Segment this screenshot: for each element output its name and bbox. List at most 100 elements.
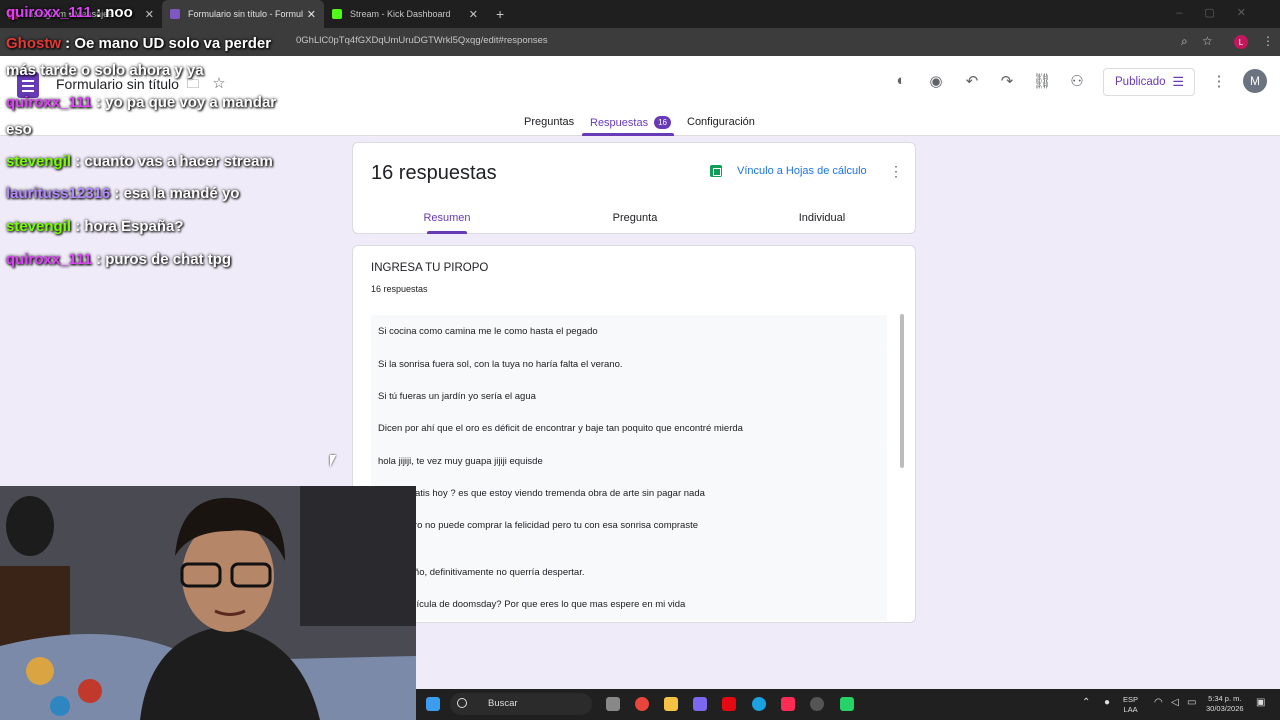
subtab-pregunta[interactable]: Pregunta [595, 212, 675, 224]
chat-message: Ghostw : Oe mano UD solo va perder [6, 35, 271, 52]
new-tab-button[interactable]: + [496, 6, 504, 22]
responses-count-title: 16 respuestas [371, 162, 497, 184]
responses-scrollbar[interactable] [900, 314, 904, 468]
chat-message-text: : noo [96, 4, 133, 21]
response-item: o esta gratis hoy ? es que estoy viendo … [371, 477, 887, 510]
sheets-icon [710, 165, 722, 177]
app-grid-icon[interactable] [840, 697, 854, 711]
browser-tab-bar: Instagram • Mensajes ✕ Formulario sin tít… [0, 0, 1280, 28]
tab-configuracion[interactable]: Configuración [687, 116, 755, 128]
browser-menu-icon[interactable]: ⋮ [1262, 34, 1274, 48]
zoom-icon[interactable]: ⌕ [1181, 34, 1188, 49]
tab-respuestas[interactable]: Respuestas 16 [590, 116, 671, 129]
chat-message: stevengil : hora España? [6, 218, 184, 235]
chat-message: quiroxx_111 : yo pa que voy a mandar [6, 94, 276, 111]
copilot-icon[interactable] [693, 697, 707, 711]
chat-username: laurituss12316 [6, 185, 111, 202]
active-subtab-indicator [427, 231, 467, 234]
microphone-icon[interactable]: ● [1104, 698, 1110, 708]
close-tab-icon[interactable]: ✕ [145, 8, 154, 21]
response-item: e el dinero no puede comprar la felicida… [371, 509, 887, 557]
search-icon [457, 698, 467, 708]
kick-icon [332, 9, 342, 19]
windows-start-icon[interactable] [426, 697, 440, 711]
close-tab-icon[interactable]: ✕ [469, 8, 478, 21]
battery-icon[interactable]: ▭ [1187, 698, 1196, 708]
wifi-icon[interactable]: ◠ [1154, 698, 1163, 708]
response-item: s un sueño, definitivamente no querría d… [371, 556, 887, 589]
link-to-sheets-button[interactable]: Vínculo a Hojas de cálculo [710, 165, 867, 177]
chat-username: stevengil [6, 218, 72, 235]
question-title: INGRESA TU PIROPO [371, 262, 489, 274]
clock[interactable]: 5:34 p. m. 30/03/2026 [1206, 694, 1244, 714]
link-icon[interactable]: ⛓ [1032, 72, 1052, 90]
mouse-cursor-icon [330, 455, 336, 467]
subtab-individual[interactable]: Individual [782, 212, 862, 224]
obs-icon[interactable] [810, 697, 824, 711]
redo-icon[interactable]: ↷ [997, 72, 1017, 90]
response-item: Si cocina como camina me le como hasta e… [371, 315, 887, 348]
responses-count-badge: 16 [654, 116, 671, 129]
chat-username: stevengil [6, 153, 72, 170]
windows-taskbar: Buscar ⌃ ● ESP LAA ◠ ◁ ▭ 5:34 p. m. 30/03/… [416, 689, 1280, 720]
chat-message: laurituss12316 : esa la mandé yo [6, 185, 239, 202]
chat-message-text: eso [6, 121, 32, 138]
chat-username: quiroxx_111 [6, 94, 92, 111]
language-indicator[interactable]: ESP LAA [1123, 695, 1138, 715]
chat-message-text: : yo pa que voy a mandar [96, 94, 277, 111]
url-text[interactable]: 0GhLlC0pTq4fGXDqUmUruDGTWrkl5Qxqg/edit#r… [296, 35, 548, 46]
edge-icon[interactable] [752, 697, 766, 711]
netflix-icon[interactable] [722, 697, 736, 711]
chat-username: quiroxx_111 [6, 4, 92, 21]
bookmark-star-icon[interactable]: ☆ [1202, 34, 1213, 48]
subtab-resumen[interactable]: Resumen [407, 212, 487, 224]
tray-chevron-icon[interactable]: ⌃ [1082, 698, 1090, 708]
chat-message: eso [6, 121, 32, 138]
more-options-icon[interactable]: ⋮ [1209, 72, 1229, 90]
active-tab-indicator [582, 133, 674, 136]
tiktok-icon[interactable] [781, 697, 795, 711]
chat-message: más tarde o solo ahora y ya [6, 62, 204, 79]
palette-icon[interactable]: ◐ [891, 72, 911, 89]
preview-eye-icon[interactable]: ◉ [926, 72, 946, 90]
tab-preguntas[interactable]: Preguntas [524, 116, 574, 128]
response-item: Dicen por ahí que el oro es déficit de e… [371, 412, 887, 445]
responses-summary-card: 16 respuestas Vínculo a Hojas de cálculo… [352, 142, 916, 234]
responses-more-icon[interactable]: ⋮ [889, 163, 903, 180]
close-tab-icon[interactable]: ✕ [307, 8, 316, 21]
question-responses-card: INGRESA TU PIROPO 16 respuestas Si cocin… [352, 245, 916, 623]
response-item: hola jijiji, te vez muy guapa jijiji equ… [371, 445, 887, 478]
chat-message: quiroxx_111 : puros de chat tpg [6, 251, 231, 268]
chat-username: quiroxx_111 [6, 251, 92, 268]
undo-icon[interactable]: ↶ [962, 72, 982, 90]
account-avatar[interactable]: M [1243, 69, 1267, 93]
window-controls[interactable]: –▢✕ [1176, 6, 1268, 19]
response-item: Si la sonrisa fuera sol, con la tuya no … [371, 348, 887, 381]
chat-message-text: : Oe mano UD solo va perder [65, 35, 272, 52]
published-button[interactable]: Publicado ☰ [1103, 68, 1195, 96]
file-explorer-icon[interactable] [664, 697, 678, 711]
volume-icon[interactable]: ◁ [1171, 698, 1179, 708]
chrome-icon[interactable] [635, 697, 649, 711]
chat-message: quiroxx_111 : noo [6, 4, 133, 21]
response-item: res la película de doomsday? Por que ere… [371, 588, 887, 621]
chat-message-text: : hora España? [75, 218, 184, 235]
chat-message-text: : cuanto vas a hacer stream [75, 153, 273, 170]
task-view-icon[interactable] [606, 697, 620, 711]
tab-kick[interactable]: Stream - Kick Dashboard ✕ [324, 0, 486, 28]
webcam-scene-illustration [0, 486, 416, 720]
taskbar-search[interactable]: Buscar [450, 693, 592, 715]
browser-profile-avatar[interactable]: L [1234, 35, 1248, 49]
publish-settings-icon: ☰ [1172, 74, 1184, 89]
tab-formulario[interactable]: Formulario sin título - Formular ✕ [162, 0, 324, 28]
webcam-overlay [0, 486, 416, 720]
notifications-icon[interactable]: ▣ [1256, 698, 1265, 708]
chat-message-text: : esa la mandé yo [114, 185, 240, 202]
question-response-count: 16 respuestas [371, 284, 428, 294]
response-item: Si tú fueras un jardín yo sería el agua [371, 380, 887, 413]
forms-icon [170, 9, 180, 19]
star-icon[interactable]: ☆ [209, 74, 229, 92]
chat-username: Ghostw [6, 35, 61, 52]
add-collaborator-icon[interactable]: ⚇ [1067, 72, 1087, 90]
chat-message: stevengil : cuanto vas a hacer stream [6, 153, 273, 170]
